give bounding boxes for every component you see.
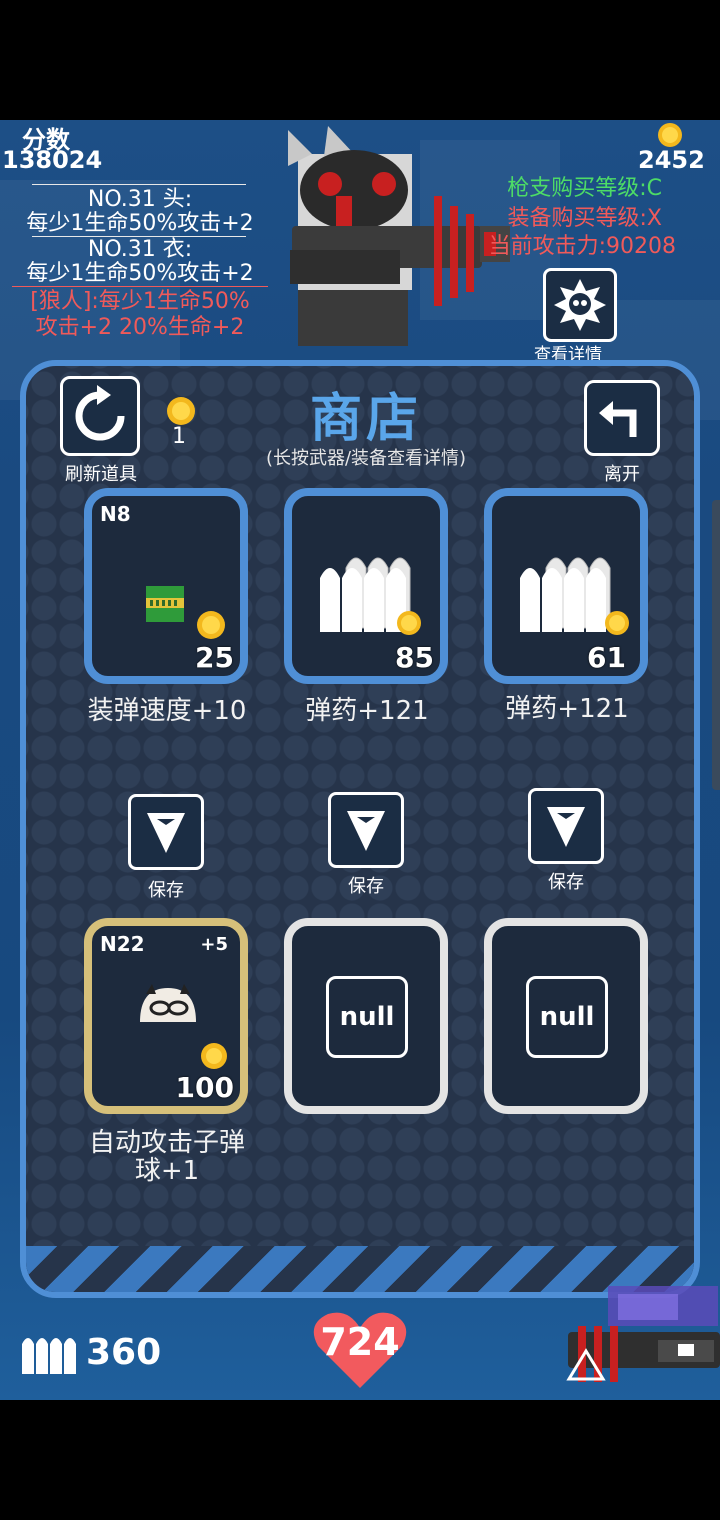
switch-weapon-button[interactable] bbox=[566, 1348, 606, 1386]
divider bbox=[12, 286, 268, 287]
refresh-cost: 1 bbox=[172, 424, 186, 449]
shop-item-slot[interactable]: N8 25 bbox=[84, 488, 248, 684]
ammo-clip-icon bbox=[146, 586, 184, 622]
item-bonus: +5 bbox=[200, 934, 228, 955]
down-arrow-icon bbox=[547, 807, 585, 847]
coin-icon bbox=[196, 610, 226, 644]
skull-badge-icon bbox=[554, 279, 606, 331]
empty-item-slot[interactable]: null bbox=[484, 918, 648, 1114]
null-placeholder: null bbox=[326, 976, 408, 1058]
side-drawer-handle[interactable] bbox=[712, 500, 720, 790]
equipped-item-slot[interactable]: N22 +5 100 bbox=[84, 918, 248, 1114]
save-label: 保存 bbox=[148, 880, 184, 901]
down-arrow-icon bbox=[347, 811, 385, 851]
health-value: 724 bbox=[320, 1320, 400, 1364]
refresh-icon bbox=[75, 385, 125, 441]
attack-power: 当前攻击力:90208 bbox=[488, 234, 676, 259]
ammo-icon bbox=[20, 1330, 80, 1380]
status-bar-area bbox=[0, 0, 720, 120]
wolf-character-with-gun bbox=[284, 126, 514, 350]
masked-ball-icon bbox=[140, 984, 196, 1022]
shop-item-slot[interactable]: 61 bbox=[484, 488, 648, 684]
empty-item-slot[interactable]: null bbox=[284, 918, 448, 1114]
item-name: 装弹速度+10 bbox=[87, 696, 247, 726]
save-label: 保存 bbox=[348, 876, 384, 897]
game-screen: 分数 138024 NO.31 头: 每少1生命50%攻击+2 NO.31 衣:… bbox=[0, 120, 720, 1400]
item-price: 100 bbox=[175, 1071, 234, 1104]
item-price: 61 bbox=[587, 641, 626, 674]
leave-label: 离开 bbox=[604, 464, 640, 485]
leave-button[interactable] bbox=[584, 380, 660, 456]
item-name-line2: 球+1 bbox=[134, 1156, 200, 1186]
down-arrow-icon bbox=[147, 813, 185, 853]
save-button[interactable] bbox=[328, 792, 404, 868]
perk-head-title: NO.31 头: bbox=[87, 187, 193, 212]
shop-panel: 商店 (长按武器/装备查看详情) 刷新道具 1 离开 N8 25 装弹速度+10… bbox=[20, 360, 700, 1298]
triangle-icon bbox=[566, 1348, 606, 1381]
item-price: 85 bbox=[395, 641, 434, 674]
save-button[interactable] bbox=[528, 788, 604, 864]
item-code: N22 bbox=[100, 932, 145, 956]
refresh-items-button[interactable] bbox=[60, 376, 140, 456]
gun-grade: 枪支购买等级:C bbox=[507, 176, 662, 201]
item-name: 弹药+121 bbox=[305, 696, 429, 726]
refresh-label: 刷新道具 bbox=[65, 464, 137, 485]
divider bbox=[32, 184, 246, 185]
score-value: 138024 bbox=[2, 146, 103, 174]
item-name-line1: 自动攻击子弹 bbox=[88, 1128, 245, 1158]
perk-head-effect: 每少1生命50%攻击+2 bbox=[26, 211, 254, 236]
perk-body-title: NO.31 衣: bbox=[87, 237, 193, 262]
return-arrow-icon bbox=[599, 401, 637, 437]
coin-icon bbox=[200, 1042, 228, 1074]
item-price: 25 bbox=[195, 641, 234, 674]
coin-icon bbox=[396, 610, 422, 640]
ammo-count: 360 bbox=[86, 1332, 162, 1373]
null-placeholder: null bbox=[526, 976, 608, 1058]
item-name: 弹药+121 bbox=[505, 694, 629, 724]
nav-bar-area bbox=[0, 1400, 720, 1520]
view-details-button[interactable] bbox=[543, 268, 617, 342]
perk-body-effect: 每少1生命50%攻击+2 bbox=[26, 261, 254, 286]
coin-icon bbox=[604, 610, 630, 640]
set-bonus-line2: 攻击+2 20%生命+2 bbox=[35, 315, 245, 340]
save-label: 保存 bbox=[548, 872, 584, 893]
item-code: N8 bbox=[100, 502, 131, 526]
shop-item-slot[interactable]: 85 bbox=[284, 488, 448, 684]
save-button[interactable] bbox=[128, 794, 204, 870]
set-bonus-line1: [狼人]:每少1生命50% bbox=[30, 289, 250, 314]
